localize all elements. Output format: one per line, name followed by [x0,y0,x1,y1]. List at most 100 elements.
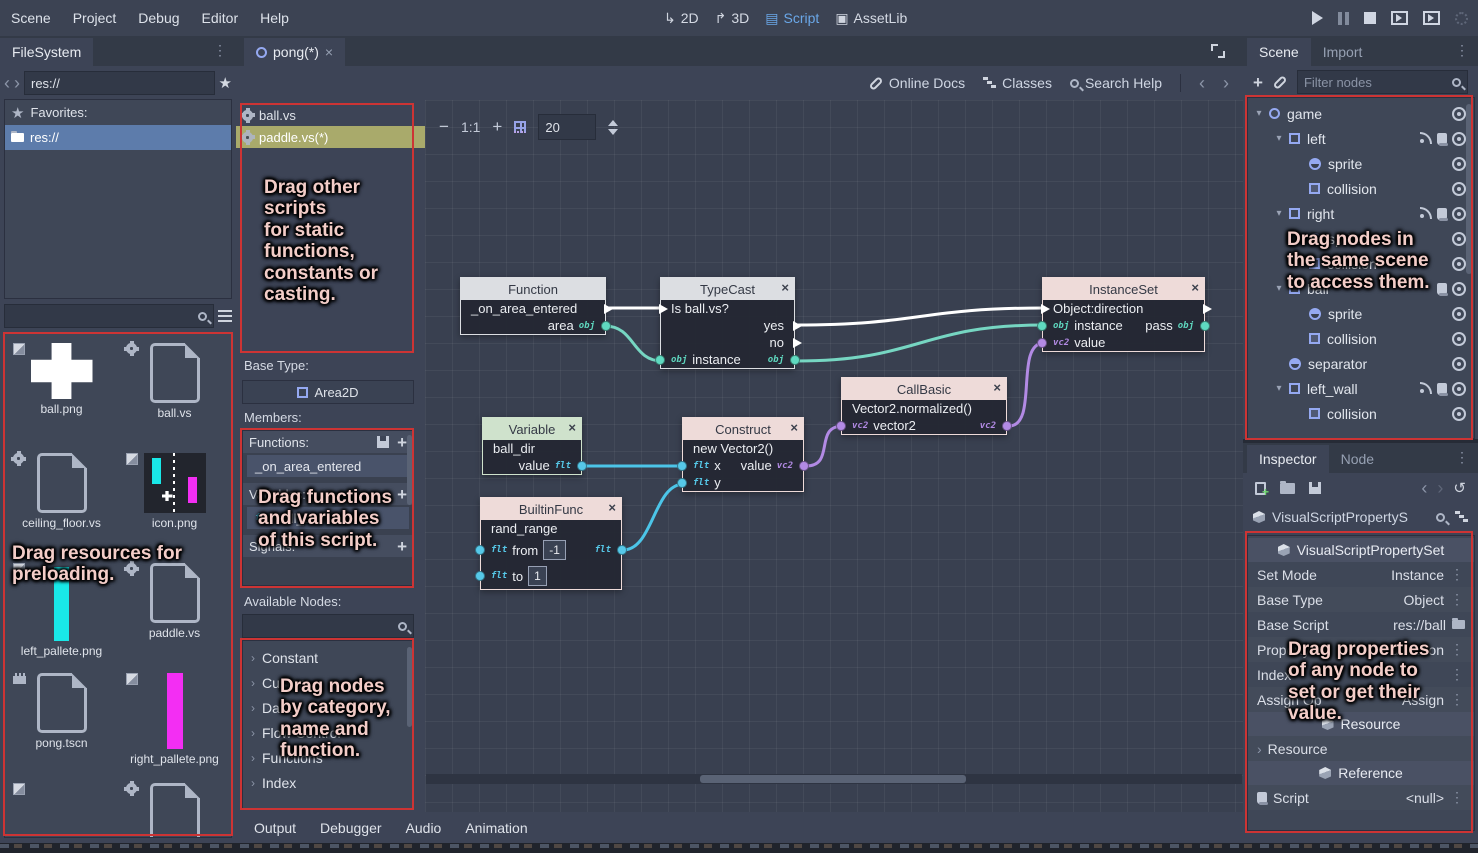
default-value-input[interactable]: 1 [528,566,547,586]
save-resource-icon[interactable] [1309,482,1321,494]
input-port-obj[interactable] [655,355,665,365]
graph-node-variable[interactable]: Variable×ball_dirvalueflt [482,417,582,475]
script-history-forward-icon[interactable]: › [1223,74,1229,92]
play-custom-scene-button[interactable] [1423,11,1440,25]
file-item-ball-png[interactable]: ball.png [5,339,118,449]
snap-value-input[interactable]: 20 [538,114,596,140]
graph-node-function[interactable]: Function_on_area_enteredareaobj [460,277,606,335]
tab-import[interactable]: Import [1311,38,1375,66]
add-function-icon[interactable]: + [397,434,407,451]
distraction-free-icon[interactable] [1211,44,1225,58]
load-resource-icon[interactable] [1280,483,1295,494]
output-port-flt[interactable] [617,545,627,555]
fs-root-item[interactable]: res:// [5,125,231,150]
visibility-eye-icon[interactable] [1452,107,1466,121]
signal-connected-icon[interactable] [1419,132,1432,145]
file-item[interactable] [5,779,118,838]
sequence-out-arrow[interactable] [793,321,802,331]
filter-nodes-field[interactable] [1304,75,1452,90]
search-help-button[interactable]: Search Help [1070,75,1162,91]
input-port-obj[interactable] [1037,321,1047,331]
zoom-reset-button[interactable]: 1:1 [461,119,480,135]
fs-search-input[interactable] [4,304,214,328]
folder-icon[interactable] [1452,620,1465,629]
search-icon[interactable] [1436,513,1445,522]
inspector-prop-base-type[interactable]: Base TypeObject⋮ [1248,587,1474,612]
visibility-eye-icon[interactable] [1452,407,1466,421]
dock-options-icon[interactable]: ⋮ [1455,449,1470,466]
scene-node-game[interactable]: ▾game [1248,101,1474,126]
output-port-obj[interactable] [601,321,611,331]
scene-node-sprite[interactable]: sprite [1248,301,1474,326]
close-tab-icon[interactable]: × [325,44,333,60]
sequence-in-arrow[interactable] [1041,304,1050,314]
favorite-toggle-icon[interactable]: ★ [219,74,232,92]
node-category-index[interactable]: ›Index [243,770,413,795]
visibility-eye-icon[interactable] [1452,282,1466,296]
attached-script-icon[interactable] [1437,383,1447,395]
visibility-eye-icon[interactable] [1452,357,1466,371]
bottom-tab-output[interactable]: Output [244,820,306,836]
mode-script[interactable]: ▤Script [765,10,819,27]
visibility-eye-icon[interactable] [1452,132,1466,146]
fs-search-field[interactable] [11,309,198,324]
visibility-eye-icon[interactable] [1452,257,1466,271]
prop-options-icon[interactable]: ⋮ [1450,591,1465,608]
fs-path-input[interactable]: res:// [24,71,215,95]
prop-options-icon[interactable]: ⋮ [1450,691,1465,708]
pause-button[interactable] [1338,12,1349,25]
inspector-prop-script[interactable]: Script<null>⋮ [1248,785,1474,810]
nodes-search-field[interactable] [249,619,398,634]
menu-debug[interactable]: Debug [127,10,190,26]
signal-connected-icon[interactable] [1419,382,1432,395]
override-function-icon[interactable] [377,436,389,448]
sequence-out-arrow[interactable] [1203,304,1212,314]
scene-node-right[interactable]: ▾right [1248,201,1474,226]
bottom-tab-audio[interactable]: Audio [396,820,452,836]
sequence-out-arrow[interactable] [793,338,802,348]
menu-help[interactable]: Help [249,10,300,26]
inspector-prop-set-mode[interactable]: Set ModeInstance⋮ [1248,562,1474,587]
close-node-icon[interactable]: × [781,281,789,294]
output-port-vc2[interactable] [799,461,809,471]
close-node-icon[interactable]: × [993,381,1001,394]
tools-icon[interactable] [1455,511,1468,523]
tab-inspector[interactable]: Inspector [1247,445,1329,473]
visual-script-graph[interactable]: − 1:1 + 20 Function_on_area_enteredareao… [425,100,1243,812]
attached-script-icon[interactable] [1437,133,1447,145]
close-node-icon[interactable]: × [790,421,798,434]
play-scene-button[interactable] [1391,11,1408,25]
input-port-flt[interactable] [677,461,687,471]
output-port-flt[interactable] [577,461,587,471]
bottom-tab-debugger[interactable]: Debugger [310,820,392,836]
scene-node-separator[interactable]: separator [1248,351,1474,376]
graph-node-builtinfunc[interactable]: BuiltinFunc×rand_rangefltfrom-1fltfltto1 [480,497,622,590]
tab-filesystem[interactable]: FileSystem [0,38,93,66]
instance-scene-icon[interactable] [1273,75,1288,90]
function-item[interactable]: _on_area_entered [247,455,409,477]
snap-spinner[interactable] [608,120,618,135]
scene-node-sprite[interactable]: sprite [1248,151,1474,176]
prop-options-icon[interactable]: ⋮ [1450,641,1465,658]
snap-grid-icon[interactable] [514,121,526,133]
zoom-out-icon[interactable]: − [439,117,449,137]
graph-node-instanceset[interactable]: InstanceSet×Object:directionobjinstancep… [1042,277,1205,352]
input-port-flt[interactable] [677,478,687,488]
scene-node-collision[interactable]: collision [1248,401,1474,426]
tab-scene[interactable]: Scene [1247,38,1311,66]
inspector-prop-base-script[interactable]: Base Scriptres://ball [1248,612,1474,637]
visibility-eye-icon[interactable] [1452,232,1466,246]
prop-options-icon[interactable]: ⋮ [1450,666,1465,683]
menu-scene[interactable]: Scene [0,10,62,26]
default-value-input[interactable]: -1 [543,540,566,560]
history-forward-icon[interactable]: › [1437,479,1443,497]
classes-button[interactable]: Classes [983,75,1052,91]
visibility-eye-icon[interactable] [1452,307,1466,321]
filter-nodes-input[interactable] [1297,70,1468,94]
prop-options-icon[interactable]: ⋮ [1450,566,1465,583]
sequence-out-arrow[interactable] [604,304,613,314]
mode-assetlib[interactable]: ▣AssetLib [835,10,907,27]
output-port-obj[interactable] [1200,321,1210,331]
add-variable-icon[interactable]: + [397,486,407,503]
signal-connected-icon[interactable] [1419,207,1432,220]
